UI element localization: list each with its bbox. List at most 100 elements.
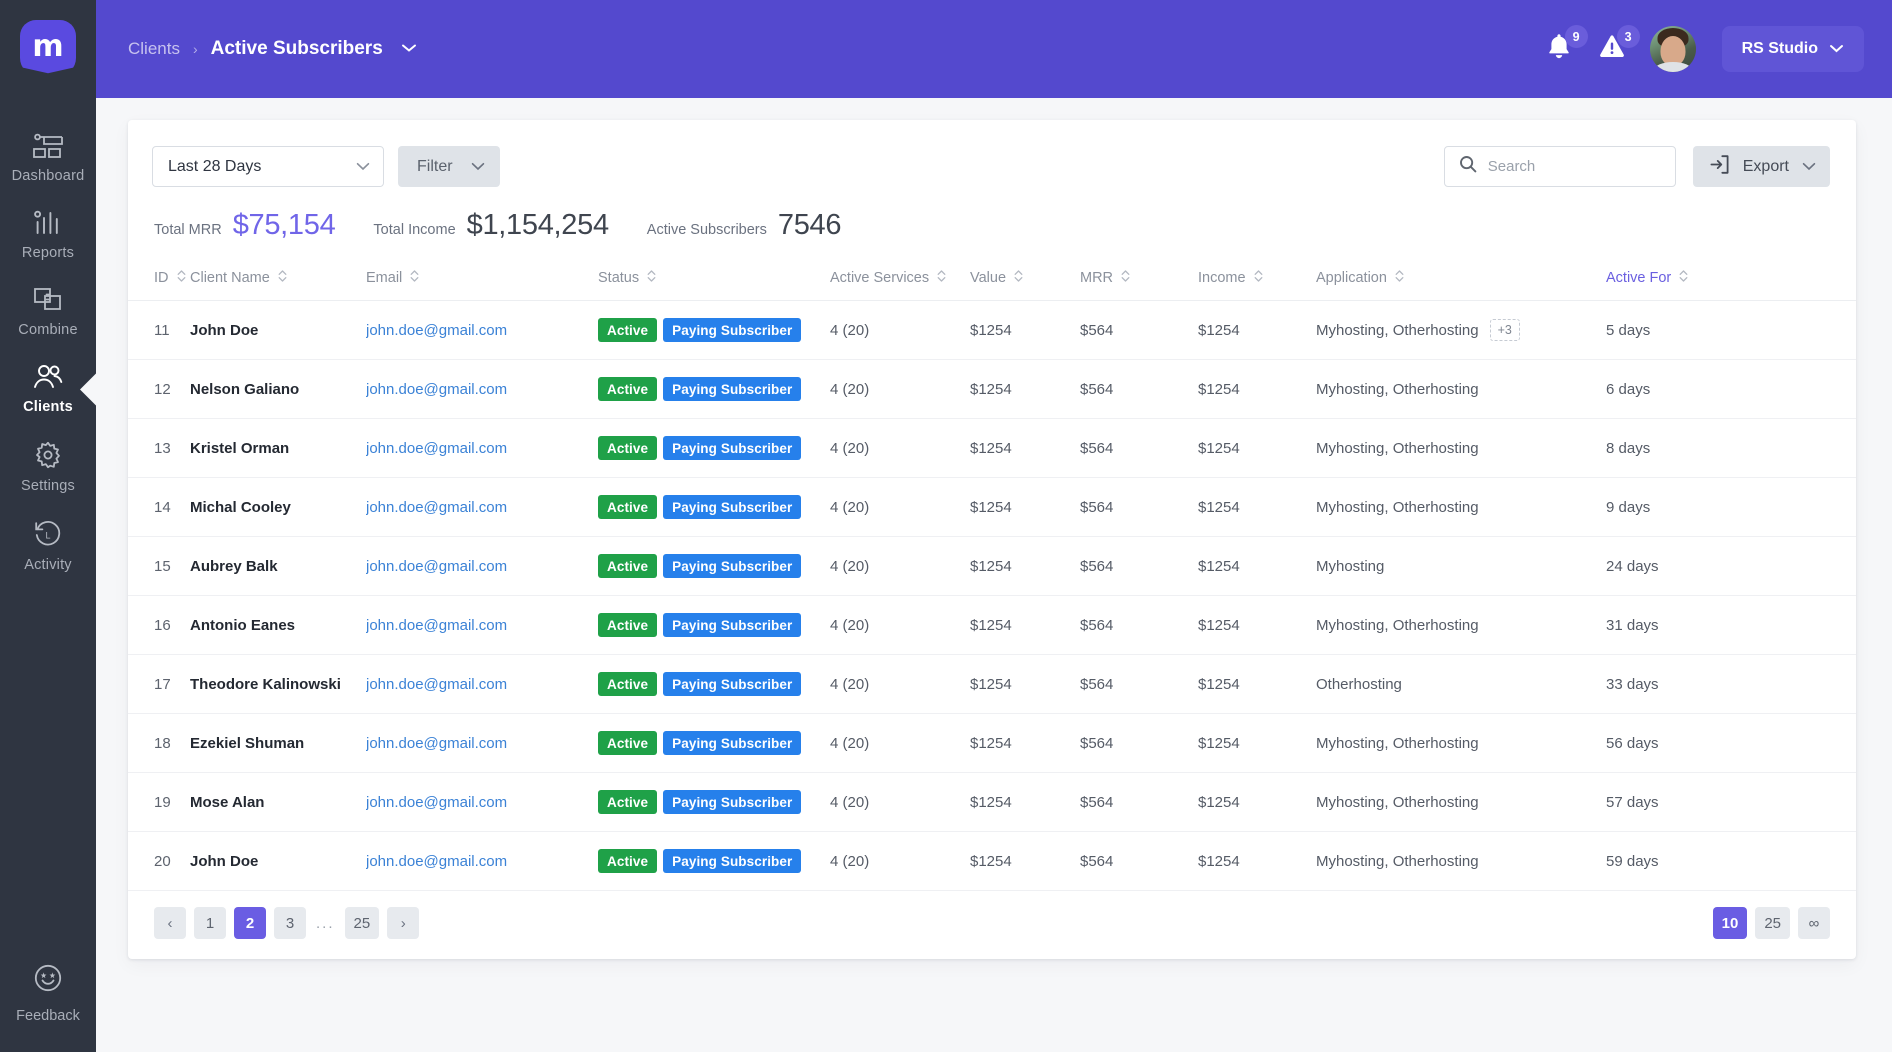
email-link[interactable]: john.doe@gmail.com <box>366 735 507 752</box>
pagination-page-2[interactable]: 2 <box>234 907 266 939</box>
th-income[interactable]: Income <box>1198 260 1316 301</box>
chevron-down-icon[interactable] <box>401 40 417 58</box>
table-row[interactable]: 20 John Doe john.doe@gmail.com Active Paying… <box>128 831 1856 891</box>
cell-mrr: $564 <box>1080 300 1198 360</box>
breadcrumb-clients[interactable]: Clients <box>128 39 180 59</box>
cell-active-for: 24 days <box>1606 536 1856 596</box>
alerts-button[interactable]: 3 <box>1598 25 1640 66</box>
th-value[interactable]: Value <box>970 260 1080 301</box>
page-size-10[interactable]: 10 <box>1712 907 1748 939</box>
email-link[interactable]: john.doe@gmail.com <box>366 558 507 575</box>
email-link[interactable]: john.doe@gmail.com <box>366 322 507 339</box>
cell-email[interactable]: john.doe@gmail.com <box>366 772 598 832</box>
application-list: Myhosting, Otherhosting <box>1316 793 1479 811</box>
plan-badge: Paying Subscriber <box>663 731 802 755</box>
feedback-label: Feedback <box>16 1008 80 1024</box>
application-list: Myhosting, Otherhosting <box>1316 852 1479 870</box>
th-label: Email <box>366 270 403 286</box>
plan-badge: Paying Subscriber <box>663 790 802 814</box>
plan-badge: Paying Subscriber <box>663 495 802 519</box>
sidebar-item-settings[interactable]: Settings <box>0 428 96 507</box>
sidebar-label: Combine <box>18 322 78 338</box>
cell-email[interactable]: john.doe@gmail.com <box>366 713 598 773</box>
cell-application: Myhosting, Otherhosting <box>1316 831 1606 891</box>
subscribers-table: ID Client Name Email Status Active Servi… <box>128 260 1856 891</box>
th-status[interactable]: Status <box>598 260 830 301</box>
th-email[interactable]: Email <box>366 260 598 301</box>
application-list: Otherhosting <box>1316 675 1402 693</box>
cell-status: Active Paying Subscriber <box>598 359 830 419</box>
email-link[interactable]: john.doe@gmail.com <box>366 440 507 457</box>
cell-email[interactable]: john.doe@gmail.com <box>366 536 598 596</box>
sidebar-item-combine[interactable]: Combine <box>0 274 96 351</box>
th-application[interactable]: Application <box>1316 260 1606 301</box>
cell-client-name: John Doe <box>190 831 366 891</box>
email-link[interactable]: john.doe@gmail.com <box>366 794 507 811</box>
cell-email[interactable]: john.doe@gmail.com <box>366 831 598 891</box>
avatar[interactable] <box>1649 26 1696 72</box>
export-button[interactable]: Export <box>1692 146 1830 187</box>
cell-income: $1254 <box>1198 536 1316 596</box>
table-row[interactable]: 17 Theodore Kalinowski john.doe@gmail.com A… <box>128 654 1856 714</box>
email-link[interactable]: john.doe@gmail.com <box>366 381 507 398</box>
pagination-next[interactable]: › <box>387 907 420 939</box>
sidebar-item-clients[interactable]: Clients <box>0 351 97 428</box>
dashboard-icon <box>33 133 63 159</box>
sidebar-item-activity[interactable]: L Activity <box>0 507 96 586</box>
date-range-select[interactable]: Last 28 Days <box>152 146 384 187</box>
main-area: Clients › Active Subscribers 9 3 RS Stud… <box>96 0 1892 1052</box>
cell-email[interactable]: john.doe@gmail.com <box>366 300 598 360</box>
cell-email[interactable]: john.doe@gmail.com <box>366 359 598 419</box>
plan-badge: Paying Subscriber <box>663 436 802 460</box>
table-row[interactable]: 18 Ezekiel Shuman john.doe@gmail.com Active… <box>128 713 1856 773</box>
table-row[interactable]: 19 Mose Alan john.doe@gmail.com Active Payin… <box>128 772 1856 832</box>
pagination-page-last[interactable]: 25 <box>344 907 380 939</box>
cell-email[interactable]: john.doe@gmail.com <box>366 418 598 478</box>
page-size-25[interactable]: 25 <box>1755 907 1790 939</box>
sort-icon <box>647 269 656 287</box>
feedback-smiley-icon <box>33 963 63 998</box>
app-logo[interactable]: m <box>20 20 76 76</box>
th-label: Active For <box>1606 270 1672 286</box>
table-row[interactable]: 12 Nelson Galiano john.doe@gmail.com Active… <box>128 359 1856 419</box>
cell-email[interactable]: john.doe@gmail.com <box>366 595 598 655</box>
sidebar-label: Activity <box>24 557 72 573</box>
export-icon <box>1709 154 1730 180</box>
email-link[interactable]: john.doe@gmail.com <box>366 676 507 693</box>
pagination-prev[interactable]: ‹ <box>154 907 186 939</box>
pagination-page-1[interactable]: 1 <box>194 907 226 939</box>
th-active-for[interactable]: Active For <box>1606 260 1856 301</box>
table-row[interactable]: 13 Kristel Orman john.doe@gmail.com Active P… <box>128 418 1856 478</box>
combine-icon <box>34 287 62 313</box>
th-active-services[interactable]: Active Services <box>830 260 970 301</box>
table-row[interactable]: 15 Aubrey Balk john.doe@gmail.com Active Pay… <box>128 536 1856 596</box>
sidebar-item-dashboard[interactable]: Dashboard <box>0 120 96 197</box>
th-mrr[interactable]: MRR <box>1080 260 1198 301</box>
table-row[interactable]: 11 John Doe john.doe@gmail.com Active Paying… <box>128 300 1856 360</box>
table-row[interactable]: 16 Antonio Eanes john.doe@gmail.com Active P… <box>128 595 1856 655</box>
email-link[interactable]: john.doe@gmail.com <box>366 853 507 870</box>
sidebar-item-feedback[interactable]: Feedback <box>16 963 80 1024</box>
email-link[interactable]: john.doe@gmail.com <box>366 499 507 516</box>
application-list: Myhosting, Otherhosting <box>1316 616 1479 634</box>
th-id[interactable]: ID <box>128 260 190 301</box>
cell-email[interactable]: john.doe@gmail.com <box>366 654 598 714</box>
notifications-button[interactable]: 9 <box>1546 25 1588 66</box>
workspace-switcher[interactable]: RS Studio <box>1721 26 1864 72</box>
cell-client-name: Ezekiel Shuman <box>190 713 366 773</box>
table-row[interactable]: 14 Michal Cooley john.doe@gmail.com Active P… <box>128 477 1856 537</box>
filter-button[interactable]: Filter <box>398 146 500 187</box>
cell-email[interactable]: john.doe@gmail.com <box>366 477 598 537</box>
search-input[interactable] <box>1487 158 1663 175</box>
page-size-all[interactable]: ∞ <box>1798 907 1830 939</box>
email-link[interactable]: john.doe@gmail.com <box>366 617 507 634</box>
stat-label: Total Income <box>373 222 456 238</box>
cell-mrr: $564 <box>1080 536 1198 596</box>
application-more-badge[interactable]: +3 <box>1489 318 1520 342</box>
sidebar-item-reports[interactable]: Reports <box>0 197 96 274</box>
pagination-page-3[interactable]: 3 <box>274 907 306 939</box>
breadcrumb-current[interactable]: Active Subscribers <box>211 38 383 60</box>
th-client-name[interactable]: Client Name <box>190 260 366 301</box>
search-box[interactable] <box>1443 146 1676 187</box>
status-badge: Active <box>598 849 658 873</box>
